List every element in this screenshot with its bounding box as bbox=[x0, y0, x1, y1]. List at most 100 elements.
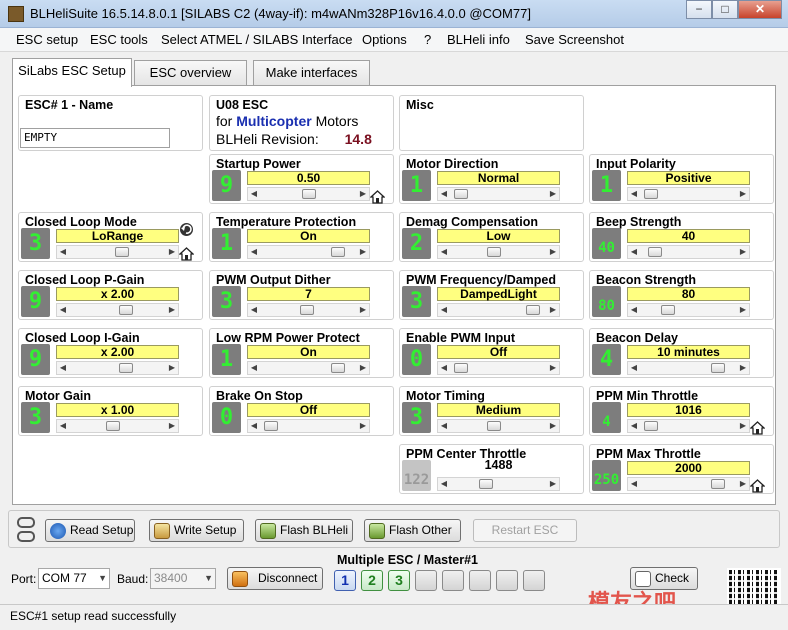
slider-thumb[interactable] bbox=[331, 363, 345, 373]
house-icon[interactable] bbox=[370, 189, 385, 204]
slider-thumb[interactable] bbox=[106, 421, 120, 431]
scroll-right-icon[interactable]: ▶ bbox=[548, 246, 558, 258]
slider-thumb[interactable] bbox=[644, 421, 658, 431]
scroll-left-icon[interactable]: ◀ bbox=[439, 362, 449, 374]
scroll-left-icon[interactable]: ◀ bbox=[439, 420, 449, 432]
flash-blheli-button[interactable]: Flash BLHeli bbox=[255, 519, 353, 542]
house-icon[interactable] bbox=[750, 478, 765, 493]
scroll-left-icon[interactable]: ◀ bbox=[629, 304, 639, 316]
slider-thumb[interactable] bbox=[119, 363, 133, 373]
undo-icon[interactable] bbox=[179, 222, 194, 237]
scroll-left-icon[interactable]: ◀ bbox=[249, 304, 259, 316]
esc-7-button[interactable] bbox=[496, 570, 518, 591]
slider-thumb[interactable] bbox=[115, 247, 129, 257]
slider-thumb[interactable] bbox=[331, 247, 345, 257]
disconnect-button[interactable]: Disconnect bbox=[227, 567, 323, 590]
esc-1-button[interactable]: 1 bbox=[334, 570, 356, 591]
scroll-right-icon[interactable]: ▶ bbox=[738, 188, 748, 200]
slider-thumb[interactable] bbox=[479, 479, 493, 489]
scroll-left-icon[interactable]: ◀ bbox=[58, 304, 68, 316]
scroll-left-icon[interactable]: ◀ bbox=[629, 478, 639, 490]
esc-5-button[interactable] bbox=[442, 570, 464, 591]
esc-name-input[interactable]: EMPTY bbox=[20, 128, 170, 148]
menu-blheli-info[interactable]: BLHeli info bbox=[447, 32, 510, 47]
menu-options[interactable]: Options bbox=[362, 32, 407, 47]
scroll-left-icon[interactable]: ◀ bbox=[629, 420, 639, 432]
baud-select[interactable]: 38400 ▼ bbox=[150, 568, 216, 589]
scroll-right-icon[interactable]: ▶ bbox=[738, 304, 748, 316]
slider-thumb[interactable] bbox=[487, 421, 501, 431]
scroll-right-icon[interactable]: ▶ bbox=[167, 362, 177, 374]
menu-save-screenshot[interactable]: Save Screenshot bbox=[525, 32, 624, 47]
closed-loop-i-gain-slider[interactable]: ◀ ▶ bbox=[56, 361, 179, 375]
scroll-left-icon[interactable]: ◀ bbox=[439, 478, 449, 490]
slider-thumb[interactable] bbox=[644, 189, 658, 199]
demag-compensation-slider[interactable]: ◀ ▶ bbox=[437, 245, 560, 259]
ppm-min-throttle-slider[interactable]: ◀ ▶ bbox=[627, 419, 750, 433]
slider-thumb[interactable] bbox=[119, 305, 133, 315]
ppm-max-throttle-slider[interactable]: ◀ ▶ bbox=[627, 477, 750, 491]
scroll-left-icon[interactable]: ◀ bbox=[629, 246, 639, 258]
scroll-left-icon[interactable]: ◀ bbox=[249, 420, 259, 432]
scroll-right-icon[interactable]: ▶ bbox=[738, 478, 748, 490]
beep-strength-slider[interactable]: ◀ ▶ bbox=[627, 245, 750, 259]
beacon-strength-slider[interactable]: ◀ ▶ bbox=[627, 303, 750, 317]
esc-8-button[interactable] bbox=[523, 570, 545, 591]
esc-2-button[interactable]: 2 bbox=[361, 570, 383, 591]
brake-on-stop-slider[interactable]: ◀ ▶ bbox=[247, 419, 370, 433]
slider-thumb[interactable] bbox=[661, 305, 675, 315]
motor-direction-slider[interactable]: ◀ ▶ bbox=[437, 187, 560, 201]
scroll-left-icon[interactable]: ◀ bbox=[439, 188, 449, 200]
scroll-right-icon[interactable]: ▶ bbox=[548, 362, 558, 374]
esc-4-button[interactable] bbox=[415, 570, 437, 591]
scroll-right-icon[interactable]: ▶ bbox=[548, 188, 558, 200]
scroll-left-icon[interactable]: ◀ bbox=[629, 362, 639, 374]
esc-6-button[interactable] bbox=[469, 570, 491, 591]
scroll-right-icon[interactable]: ▶ bbox=[358, 246, 368, 258]
read-setup-button[interactable]: Read Setup bbox=[45, 519, 135, 542]
scroll-right-icon[interactable]: ▶ bbox=[358, 362, 368, 374]
scroll-left-icon[interactable]: ◀ bbox=[439, 304, 449, 316]
tab-silabs-esc-setup[interactable]: SiLabs ESC Setup bbox=[12, 58, 132, 87]
startup-power-slider[interactable]: ◀ ▶ bbox=[247, 187, 370, 201]
house-icon[interactable] bbox=[750, 420, 765, 435]
scroll-right-icon[interactable]: ▶ bbox=[167, 304, 177, 316]
scroll-left-icon[interactable]: ◀ bbox=[58, 246, 68, 258]
slider-thumb[interactable] bbox=[302, 189, 316, 199]
slider-thumb[interactable] bbox=[454, 189, 468, 199]
motor-gain-slider[interactable]: ◀ ▶ bbox=[56, 419, 179, 433]
menu-select-interface[interactable]: Select ATMEL / SILABS Interface bbox=[161, 32, 352, 47]
tab-esc-overview[interactable]: ESC overview bbox=[134, 60, 247, 86]
scroll-right-icon[interactable]: ▶ bbox=[738, 246, 748, 258]
scroll-right-icon[interactable]: ▶ bbox=[358, 420, 368, 432]
scroll-left-icon[interactable]: ◀ bbox=[58, 420, 68, 432]
slider-thumb[interactable] bbox=[711, 479, 725, 489]
scroll-right-icon[interactable]: ▶ bbox=[167, 420, 177, 432]
scroll-right-icon[interactable]: ▶ bbox=[548, 304, 558, 316]
scroll-left-icon[interactable]: ◀ bbox=[439, 246, 449, 258]
slider-thumb[interactable] bbox=[711, 363, 725, 373]
input-polarity-slider[interactable]: ◀ ▶ bbox=[627, 187, 750, 201]
scroll-right-icon[interactable]: ▶ bbox=[548, 420, 558, 432]
temperature-protection-slider[interactable]: ◀ ▶ bbox=[247, 245, 370, 259]
scroll-right-icon[interactable]: ▶ bbox=[358, 188, 368, 200]
scroll-right-icon[interactable]: ▶ bbox=[738, 362, 748, 374]
scroll-right-icon[interactable]: ▶ bbox=[358, 304, 368, 316]
closed-loop-mode-slider[interactable]: ◀ ▶ bbox=[56, 245, 179, 259]
scroll-left-icon[interactable]: ◀ bbox=[629, 188, 639, 200]
house-icon[interactable] bbox=[179, 246, 194, 261]
menu-help[interactable]: ? bbox=[424, 32, 431, 47]
maximize-button[interactable]: □ bbox=[712, 0, 738, 19]
slider-thumb[interactable] bbox=[648, 247, 662, 257]
slider-thumb[interactable] bbox=[300, 305, 314, 315]
scroll-left-icon[interactable]: ◀ bbox=[249, 188, 259, 200]
scroll-left-icon[interactable]: ◀ bbox=[249, 362, 259, 374]
ppm-center-throttle-slider[interactable]: ◀ ▶ bbox=[437, 477, 560, 491]
scroll-right-icon[interactable]: ▶ bbox=[167, 246, 177, 258]
scroll-left-icon[interactable]: ◀ bbox=[249, 246, 259, 258]
scroll-left-icon[interactable]: ◀ bbox=[58, 362, 68, 374]
menu-esc-setup[interactable]: ESC setup bbox=[16, 32, 78, 47]
beacon-delay-slider[interactable]: ◀ ▶ bbox=[627, 361, 750, 375]
minimize-button[interactable]: − bbox=[686, 0, 712, 19]
scroll-right-icon[interactable]: ▶ bbox=[548, 478, 558, 490]
